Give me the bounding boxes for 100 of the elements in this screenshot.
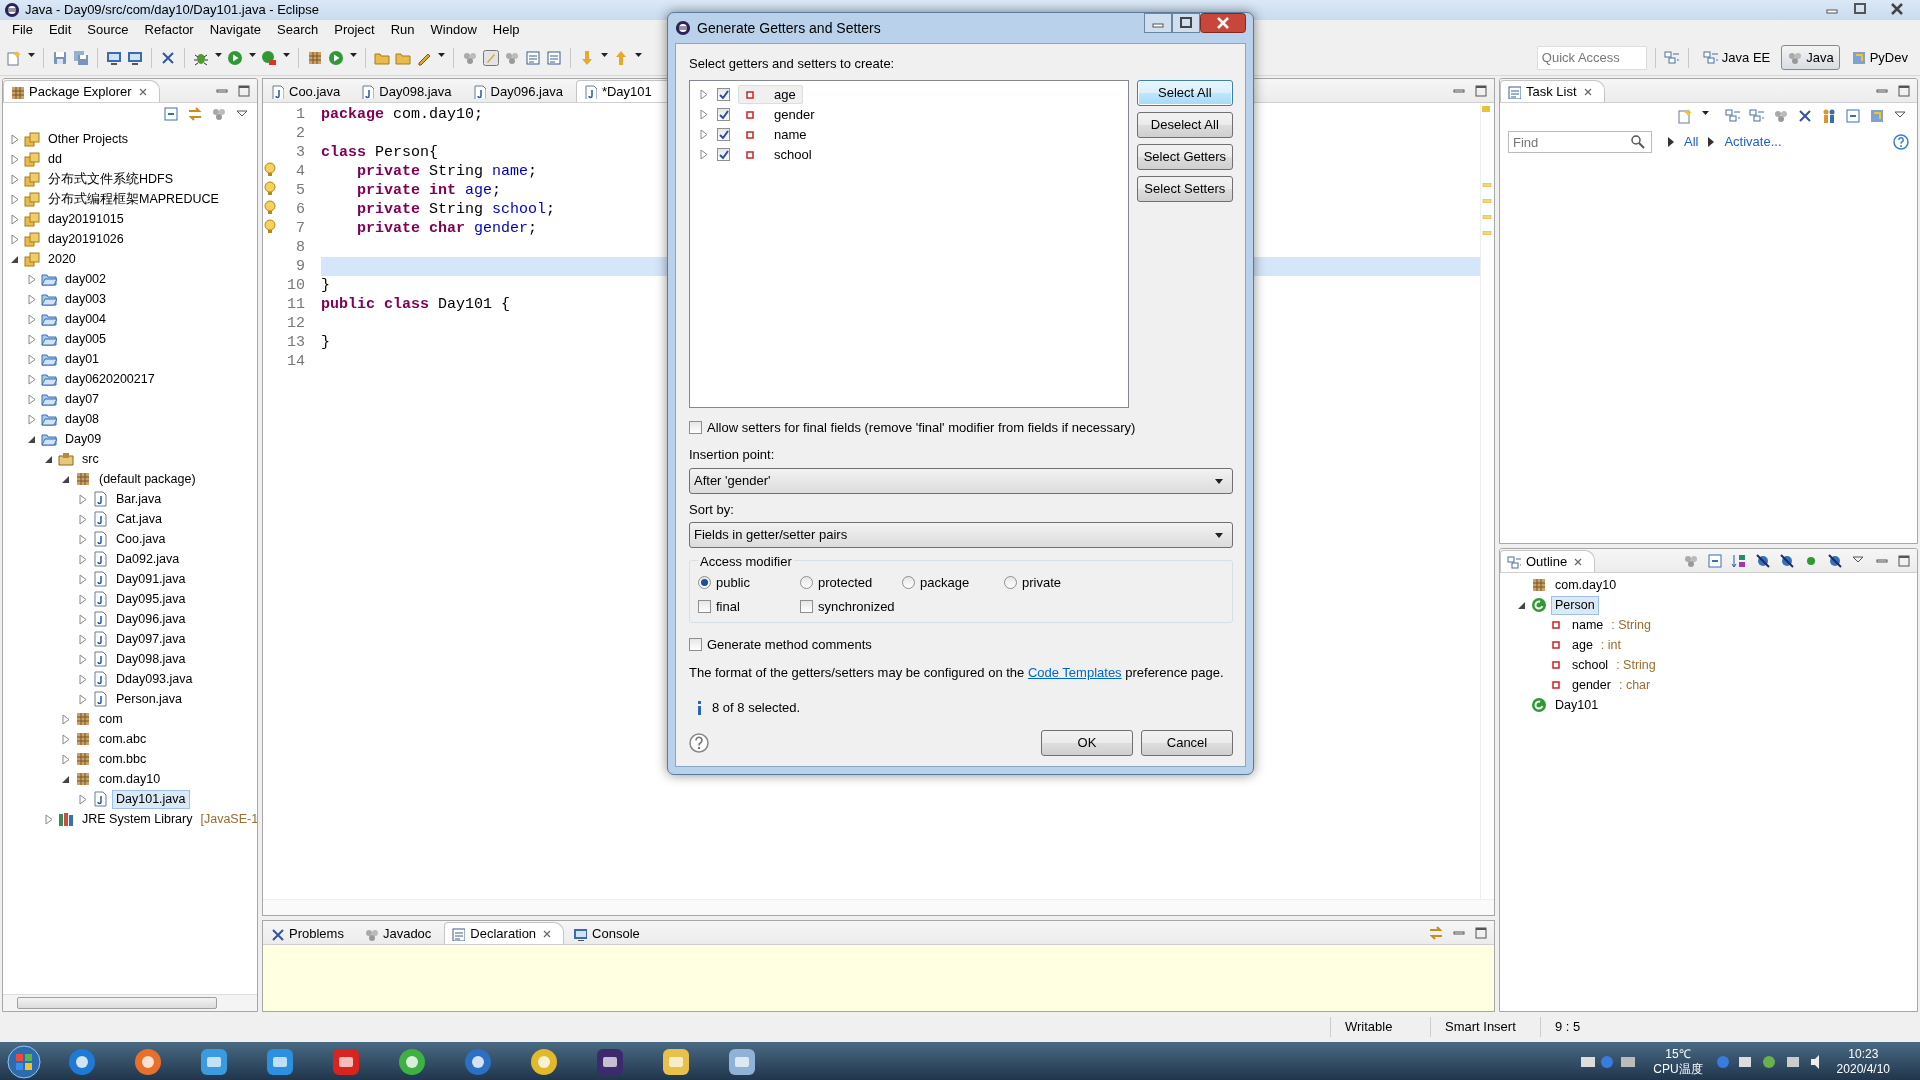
checkbox[interactable] xyxy=(689,420,702,434)
crossed-lines-icon[interactable] xyxy=(1797,108,1813,124)
tree-view-icon[interactable] xyxy=(1725,108,1741,124)
maximize-icon[interactable] xyxy=(1897,554,1911,568)
dots-icon[interactable] xyxy=(1683,553,1699,569)
expand-arrow-icon[interactable] xyxy=(698,88,709,101)
expand-arrow-icon[interactable] xyxy=(77,572,88,586)
run-icon[interactable] xyxy=(328,49,344,66)
collapse-all-icon[interactable] xyxy=(1707,553,1723,569)
hide-static-icon[interactable] xyxy=(1779,553,1795,569)
hide-fields-icon[interactable] xyxy=(1755,553,1771,569)
dots-icon[interactable] xyxy=(1773,108,1789,124)
radio-button[interactable] xyxy=(800,576,813,590)
checkbox[interactable] xyxy=(698,599,711,613)
expand-arrow-icon[interactable] xyxy=(9,172,20,186)
code-templates-link[interactable]: Code Templates xyxy=(1027,664,1122,680)
checkbox[interactable] xyxy=(800,599,813,613)
taskbar-app-icon[interactable] xyxy=(264,1046,296,1078)
radio-button[interactable] xyxy=(1004,576,1017,590)
link-arrows-icon[interactable] xyxy=(1428,925,1444,941)
tree-item[interactable]: day20191015 xyxy=(44,209,128,229)
cancel-button[interactable]: Cancel xyxy=(1141,730,1233,756)
menu-item[interactable]: Edit xyxy=(40,20,80,40)
brush-icon[interactable] xyxy=(483,49,499,66)
menu-item[interactable]: Run xyxy=(382,20,423,40)
expand-arrow-icon[interactable] xyxy=(9,152,20,166)
expand-arrow-icon[interactable] xyxy=(77,692,88,706)
perspective-button[interactable]: PyDev xyxy=(1844,44,1914,71)
hide-local-icon[interactable] xyxy=(1827,553,1843,569)
tree-item[interactable]: school xyxy=(1568,655,1613,675)
view-tab[interactable]: Task List xyxy=(1500,80,1605,102)
maximize-icon[interactable] xyxy=(1897,84,1911,98)
tree-item[interactable]: Other Projects xyxy=(44,129,132,149)
taskbar-app-icon[interactable] xyxy=(660,1046,692,1078)
radio-button[interactable] xyxy=(902,576,915,590)
task-link[interactable]: All xyxy=(1684,132,1699,152)
tree-item[interactable]: Day101.java xyxy=(112,789,190,809)
tree-item[interactable]: Da092.java xyxy=(112,549,184,569)
tree-item[interactable]: JRE System Library xyxy=(78,809,197,829)
tree-item[interactable]: com.abc xyxy=(95,729,151,749)
tree-item[interactable]: day01 xyxy=(61,349,104,369)
perspective-button[interactable]: Java xyxy=(1781,44,1840,71)
taskbar-app-icon[interactable] xyxy=(66,1046,98,1078)
dialog-button[interactable]: Select Getters xyxy=(1136,143,1233,170)
tree-item[interactable]: Day091.java xyxy=(112,569,190,589)
new-file-icon[interactable] xyxy=(6,49,22,66)
document-icon[interactable] xyxy=(546,49,562,66)
tree-item[interactable]: Day101 xyxy=(1551,695,1603,715)
view-tab[interactable]: Outline xyxy=(1500,550,1596,572)
monitor-icon[interactable] xyxy=(106,49,122,66)
expand-arrow-icon[interactable] xyxy=(77,612,88,626)
taskbar-app-icon[interactable] xyxy=(528,1046,560,1078)
expand-arrow-icon[interactable] xyxy=(698,128,709,141)
dialog-button[interactable]: Deselect All xyxy=(1136,111,1233,138)
tree-item[interactable]: day07 xyxy=(61,389,104,409)
taskbar-app-icon[interactable] xyxy=(198,1046,230,1078)
tree-item[interactable]: com.bbc xyxy=(95,749,151,769)
run-icon[interactable] xyxy=(227,49,243,66)
expand-arrow-icon[interactable] xyxy=(26,352,37,366)
expand-arrow-icon[interactable] xyxy=(77,792,88,806)
open-perspective-icon[interactable] xyxy=(1663,49,1680,66)
expand-arrow-icon[interactable] xyxy=(698,108,709,121)
tree-item[interactable]: dd xyxy=(44,149,66,169)
taskbar-app-icon[interactable] xyxy=(726,1046,758,1078)
field-item[interactable]: school xyxy=(738,145,819,164)
perspective-button[interactable]: Java EE xyxy=(1696,44,1777,71)
field-item[interactable]: gender xyxy=(738,105,822,124)
horizontal-scrollbar[interactable] xyxy=(263,899,1494,915)
crossed-lines-icon[interactable] xyxy=(160,49,176,66)
field-item[interactable]: name xyxy=(738,125,814,144)
view-tab[interactable]: Problems xyxy=(263,922,355,944)
tree-item[interactable]: 分布式编程框架MAPREDUCE xyxy=(44,189,223,209)
tree-item[interactable]: Person.java xyxy=(112,689,186,709)
tree-item[interactable]: day20191026 xyxy=(44,229,128,249)
maximize-icon[interactable] xyxy=(1474,926,1488,940)
menu-item[interactable]: Search xyxy=(269,20,327,40)
quick-access-field[interactable]: Quick Access xyxy=(1536,45,1647,70)
maximize-button[interactable] xyxy=(1172,13,1200,33)
tree-item[interactable]: day002 xyxy=(61,269,110,289)
expand-arrow-icon[interactable] xyxy=(26,312,37,326)
expand-arrow-icon[interactable] xyxy=(9,132,20,146)
checkbox[interactable] xyxy=(717,128,730,141)
taskbar-app-icon[interactable] xyxy=(462,1046,494,1078)
tree-item[interactable]: gender xyxy=(1568,675,1615,695)
expand-arrow-icon[interactable] xyxy=(26,272,37,286)
tree-item[interactable]: name xyxy=(1568,615,1608,635)
horizontal-scrollbar[interactable] xyxy=(3,994,257,1011)
expand-arrow-icon[interactable] xyxy=(26,292,37,306)
tree-item[interactable]: Day098.java xyxy=(112,649,190,669)
document-icon[interactable] xyxy=(525,49,541,66)
package-icon[interactable] xyxy=(307,49,323,66)
menu-item[interactable]: File xyxy=(4,20,41,40)
tree-item[interactable]: Person xyxy=(1551,595,1599,615)
menu-item[interactable]: Project xyxy=(326,20,383,40)
expand-arrow-icon[interactable] xyxy=(77,532,88,546)
checkbox[interactable] xyxy=(717,88,730,101)
maximize-icon[interactable] xyxy=(237,84,251,98)
taskbar-app-icon[interactable] xyxy=(594,1046,626,1078)
editor-tab[interactable]: Day096.java xyxy=(464,80,574,102)
expand-arrow-icon[interactable] xyxy=(77,592,88,606)
